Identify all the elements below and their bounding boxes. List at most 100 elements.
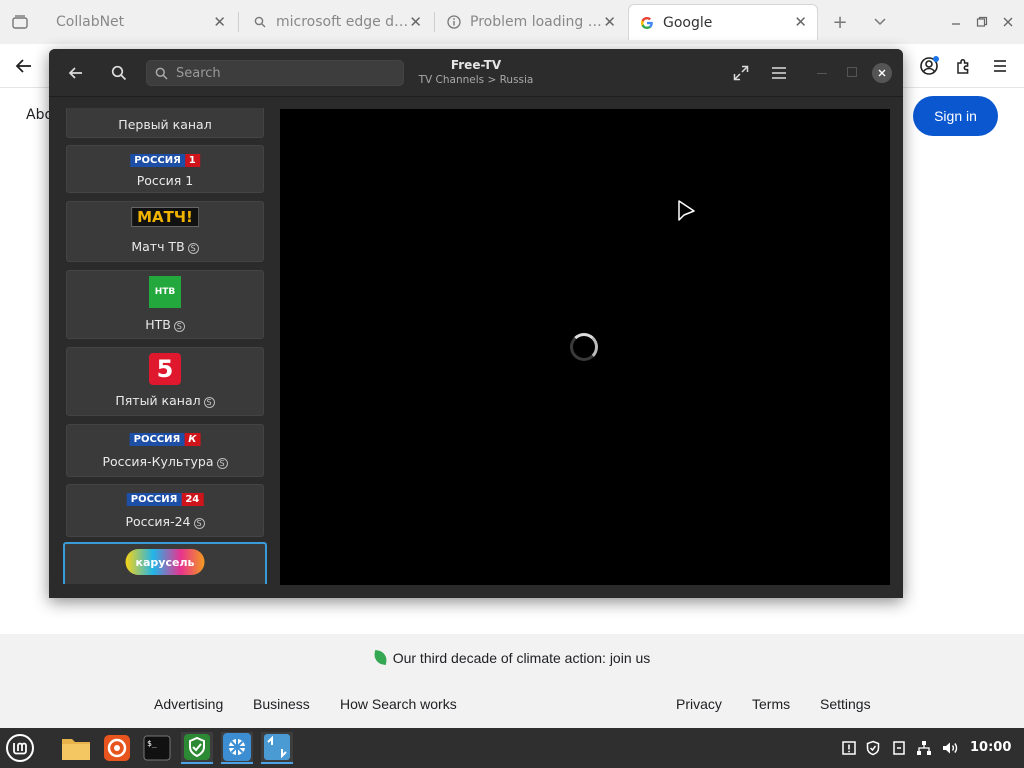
channel-item-rossiya-1[interactable]: РОССИЯ 1 Россия 1 bbox=[66, 145, 264, 193]
channel-logo: РОССИЯ 24 bbox=[126, 490, 204, 506]
notification-dot bbox=[933, 56, 939, 62]
new-tab-button[interactable]: + bbox=[828, 10, 852, 34]
account-button[interactable] bbox=[917, 54, 941, 78]
firefox-app[interactable] bbox=[101, 732, 133, 764]
freetv-headerbar: Free-TV TV Channels > Russia bbox=[49, 49, 903, 97]
clipboard-icon[interactable] bbox=[890, 739, 908, 757]
search-input[interactable] bbox=[176, 65, 376, 81]
tab-collabnet[interactable]: CollabNet ✕ bbox=[46, 5, 236, 39]
google-icon bbox=[639, 15, 655, 31]
close-window-button[interactable] bbox=[996, 10, 1020, 34]
arrow-left-icon bbox=[68, 67, 82, 79]
tab-problem-loading[interactable]: Problem loading page ✕ bbox=[436, 5, 626, 39]
network-icon[interactable] bbox=[915, 739, 933, 757]
channel-list[interactable]: Первый канал РОССИЯ 1 Россия 1 МАТЧ! Матч… bbox=[63, 108, 269, 584]
transfer-app[interactable] bbox=[261, 732, 293, 764]
extensions-button[interactable] bbox=[952, 54, 976, 78]
freetv-search-toggle[interactable] bbox=[107, 61, 131, 85]
close-icon bbox=[878, 69, 886, 77]
files-app[interactable] bbox=[60, 732, 92, 764]
security-shield-icon[interactable] bbox=[864, 739, 882, 757]
channel-logo: РОССИЯ К bbox=[129, 430, 201, 446]
tab-separator bbox=[238, 12, 239, 32]
loading-spinner-icon bbox=[570, 333, 598, 361]
terminal-app[interactable]: $_ bbox=[141, 732, 173, 764]
footer-link-settings[interactable]: Settings bbox=[820, 696, 871, 712]
close-icon[interactable]: ✕ bbox=[794, 13, 807, 31]
close-icon[interactable]: ✕ bbox=[213, 13, 226, 31]
freetv-close-button[interactable] bbox=[872, 63, 892, 83]
channel-logo: 5 bbox=[149, 353, 181, 385]
mint-menu-button[interactable] bbox=[4, 732, 36, 764]
menu-button[interactable] bbox=[988, 54, 1012, 78]
maximize-window-button[interactable] bbox=[970, 10, 994, 34]
restore-icon bbox=[976, 16, 988, 27]
channel-logo: РОССИЯ 1 bbox=[130, 151, 200, 167]
chevron-down-icon bbox=[874, 18, 886, 26]
clock[interactable]: 10:00 bbox=[970, 740, 1011, 755]
freetv-maximize-button[interactable] bbox=[847, 67, 857, 77]
footer-link-business[interactable]: Business bbox=[253, 696, 310, 712]
freetv-minimize-button[interactable] bbox=[817, 73, 827, 74]
tab-separator bbox=[434, 12, 435, 32]
channel-item-match-tv[interactable]: МАТЧ! Матч ТВ S bbox=[66, 201, 264, 262]
stream-icon: S bbox=[203, 397, 215, 408]
channel-item-ntv[interactable]: НТВ НТВ S bbox=[66, 270, 264, 339]
footer-link-how-search-works[interactable]: How Search works bbox=[340, 696, 457, 712]
tab-microsoft-edge-dev[interactable]: microsoft edge dev - ✕ bbox=[242, 5, 432, 39]
channel-name: НТВ S bbox=[67, 317, 263, 332]
tab-overview-icon[interactable] bbox=[8, 10, 32, 34]
freetv-back-button[interactable] bbox=[64, 61, 88, 85]
footer-link-privacy[interactable]: Privacy bbox=[676, 696, 722, 712]
close-icon[interactable]: ✕ bbox=[409, 13, 422, 31]
terminal-icon: $_ bbox=[143, 735, 171, 761]
search-icon bbox=[111, 65, 127, 81]
freetv-search-field[interactable] bbox=[146, 60, 404, 86]
shield-app[interactable] bbox=[181, 732, 213, 764]
channel-logo: НТВ bbox=[149, 276, 181, 308]
channel-name: Пятый канал S bbox=[67, 393, 263, 408]
channel-name: Первый канал bbox=[118, 117, 212, 132]
channel-item-rossiya-kultura[interactable]: РОССИЯ К Россия-Культура S bbox=[66, 424, 264, 477]
freetv-breadcrumb: TV Channels > Russia bbox=[418, 74, 534, 86]
update-manager-icon[interactable] bbox=[840, 739, 858, 757]
footer-link-terms[interactable]: Terms bbox=[752, 696, 790, 712]
mint-menu-icon bbox=[6, 734, 34, 762]
shield-app-icon bbox=[184, 734, 210, 760]
channel-item-karusel[interactable]: карусель bbox=[63, 542, 267, 584]
tab-title: CollabNet bbox=[56, 14, 125, 30]
stream-icon: S bbox=[187, 243, 199, 254]
fullscreen-button[interactable] bbox=[729, 61, 753, 85]
taskbar: $_ 10:00 bbox=[0, 728, 1024, 768]
tab-title: Google bbox=[663, 14, 713, 31]
climate-link[interactable]: Our third decade of climate action: join… bbox=[0, 649, 1024, 666]
channel-item-perviy[interactable]: Первый канал bbox=[66, 108, 264, 138]
sign-in-button[interactable]: Sign in bbox=[913, 96, 998, 136]
info-icon bbox=[446, 14, 462, 30]
kolibri-icon bbox=[223, 733, 251, 761]
minimize-icon bbox=[952, 23, 960, 25]
search-icon bbox=[155, 67, 168, 80]
back-button[interactable] bbox=[12, 54, 36, 78]
minimize-window-button[interactable] bbox=[944, 10, 968, 34]
arrow-left-icon bbox=[15, 59, 31, 73]
tab-google[interactable]: Google ✕ bbox=[628, 4, 818, 40]
volume-icon[interactable] bbox=[941, 739, 959, 757]
hamburger-icon bbox=[772, 67, 786, 79]
freetv-menu-button[interactable] bbox=[767, 61, 791, 85]
tab-title: Problem loading page bbox=[470, 14, 606, 30]
footer-link-advertising[interactable]: Advertising bbox=[154, 696, 223, 712]
channel-name: Россия 1 bbox=[136, 173, 194, 188]
tab-list-button[interactable] bbox=[868, 10, 892, 34]
browser-tab-strip: CollabNet ✕ microsoft edge dev - ✕ Probl… bbox=[0, 0, 1024, 44]
channel-item-rossiya-24[interactable]: РОССИЯ 24 Россия-24 S bbox=[66, 484, 264, 537]
stream-icon: S bbox=[216, 458, 228, 469]
stream-icon: S bbox=[193, 518, 205, 529]
kolibri-app[interactable] bbox=[221, 732, 253, 764]
channel-name: Россия-24 S bbox=[67, 514, 263, 529]
video-player[interactable] bbox=[280, 109, 890, 585]
transfer-icon bbox=[264, 734, 290, 760]
channel-item-pyatiy[interactable]: 5 Пятый канал S bbox=[66, 347, 264, 416]
close-icon[interactable]: ✕ bbox=[603, 13, 616, 31]
tab-title: microsoft edge dev - bbox=[276, 14, 416, 30]
